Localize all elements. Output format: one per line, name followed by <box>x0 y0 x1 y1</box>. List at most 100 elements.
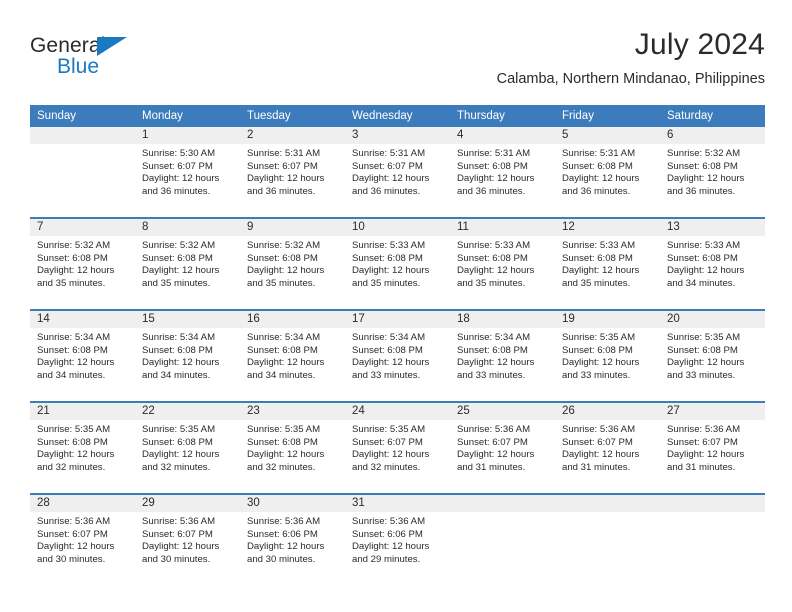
sunrise-text: Sunrise: 5:34 AM <box>352 332 426 343</box>
triangle-icon <box>97 37 127 56</box>
day-number: 1 <box>135 127 240 144</box>
day-cell[interactable]: 12 Sunrise: 5:33 AM Sunset: 6:08 PM Dayligh… <box>555 219 660 308</box>
daylight-text-line1: Daylight: 12 hours <box>352 449 430 461</box>
daylight-text-line1: Daylight: 12 hours <box>142 449 220 461</box>
day-details: Sunrise: 5:35 AM Sunset: 6:08 PM Daylight:… <box>555 328 660 382</box>
brand-logo-line2: Blue <box>30 55 230 79</box>
day-details: Sunrise: 5:35 AM Sunset: 6:08 PM Daylight:… <box>135 420 240 474</box>
daylight-text-line1: Daylight: 12 hours <box>37 449 115 461</box>
day-cell-empty <box>450 495 555 584</box>
calendar-body: 1 Sunrise: 5:30 AM Sunset: 6:07 PM Daylight… <box>30 127 765 585</box>
day-cell[interactable]: 29 Sunrise: 5:36 AM Sunset: 6:07 PM Dayligh… <box>135 495 240 584</box>
daylight-text-line1: Daylight: 12 hours <box>352 265 430 277</box>
day-details: Sunrise: 5:34 AM Sunset: 6:08 PM Daylight:… <box>240 328 345 382</box>
day-details: Sunrise: 5:31 AM Sunset: 6:07 PM Daylight:… <box>240 144 345 198</box>
day-cell[interactable]: 20 Sunrise: 5:35 AM Sunset: 6:08 PM Dayligh… <box>660 311 765 400</box>
day-cell[interactable]: 9 Sunrise: 5:32 AM Sunset: 6:08 PM Daylight… <box>240 219 345 308</box>
day-cell[interactable]: 7 Sunrise: 5:32 AM Sunset: 6:08 PM Daylight… <box>30 219 135 308</box>
day-details: Sunrise: 5:36 AM Sunset: 6:07 PM Daylight:… <box>660 420 765 474</box>
day-cell[interactable]: 1 Sunrise: 5:30 AM Sunset: 6:07 PM Daylight… <box>135 127 240 216</box>
brand-name-general: General <box>30 34 106 57</box>
daylight-text-line1: Daylight: 12 hours <box>142 265 220 277</box>
sunset-text: Sunset: 6:08 PM <box>37 436 108 448</box>
sunset-text: Sunset: 6:07 PM <box>37 528 108 540</box>
day-details: Sunrise: 5:32 AM Sunset: 6:08 PM Daylight:… <box>240 236 345 290</box>
sunrise-text: Sunrise: 5:32 AM <box>247 240 321 251</box>
daylight-text-line2: and 35 minutes. <box>352 277 421 289</box>
day-number: 25 <box>450 403 555 420</box>
day-cell[interactable]: 19 Sunrise: 5:35 AM Sunset: 6:08 PM Dayligh… <box>555 311 660 400</box>
sunset-text: Sunset: 6:08 PM <box>142 344 213 356</box>
daylight-text-line2: and 36 minutes. <box>457 185 526 197</box>
sunrise-text: Sunrise: 5:32 AM <box>37 240 111 251</box>
sunset-text: Sunset: 6:07 PM <box>247 160 318 172</box>
calendar-cell: 4 Sunrise: 5:31 AM Sunset: 6:08 PM Daylight… <box>450 127 555 217</box>
daylight-text-line2: and 32 minutes. <box>352 461 421 473</box>
day-cell[interactable]: 22 Sunrise: 5:35 AM Sunset: 6:08 PM Dayligh… <box>135 403 240 492</box>
day-cell[interactable]: 14 Sunrise: 5:34 AM Sunset: 6:08 PM Dayligh… <box>30 311 135 400</box>
sunset-text: Sunset: 6:08 PM <box>457 252 528 264</box>
day-cell[interactable]: 3 Sunrise: 5:31 AM Sunset: 6:07 PM Daylight… <box>345 127 450 216</box>
calendar-cell: 22 Sunrise: 5:35 AM Sunset: 6:08 PM Dayligh… <box>135 403 240 493</box>
day-cell[interactable]: 28 Sunrise: 5:36 AM Sunset: 6:07 PM Dayligh… <box>30 495 135 584</box>
day-number: 12 <box>555 219 660 236</box>
day-details: Sunrise: 5:34 AM Sunset: 6:08 PM Daylight:… <box>30 328 135 382</box>
calendar-page: General Blue July 2024 Calamba, Northern… <box>0 0 792 612</box>
daylight-text-line2: and 36 minutes. <box>142 185 211 197</box>
day-cell[interactable]: 17 Sunrise: 5:34 AM Sunset: 6:08 PM Dayligh… <box>345 311 450 400</box>
sunrise-text: Sunrise: 5:35 AM <box>247 424 321 435</box>
day-number <box>450 495 555 512</box>
day-cell[interactable]: 5 Sunrise: 5:31 AM Sunset: 6:08 PM Daylight… <box>555 127 660 216</box>
day-cell-empty <box>660 495 765 584</box>
daylight-text-line1: Daylight: 12 hours <box>142 357 220 369</box>
day-cell-empty <box>30 127 135 216</box>
day-cell[interactable]: 13 Sunrise: 5:33 AM Sunset: 6:08 PM Dayligh… <box>660 219 765 308</box>
weekday-header-wednesday: Wednesday <box>345 105 450 127</box>
daylight-text-line1: Daylight: 12 hours <box>667 449 745 461</box>
calendar-cell: 17 Sunrise: 5:34 AM Sunset: 6:08 PM Dayligh… <box>345 311 450 401</box>
sunset-text: Sunset: 6:08 PM <box>142 252 213 264</box>
daylight-text-line1: Daylight: 12 hours <box>457 357 535 369</box>
sunset-text: Sunset: 6:08 PM <box>667 344 738 356</box>
day-number: 28 <box>30 495 135 512</box>
sunrise-text: Sunrise: 5:36 AM <box>247 516 321 527</box>
daylight-text-line2: and 31 minutes. <box>562 461 631 473</box>
day-cell[interactable]: 27 Sunrise: 5:36 AM Sunset: 6:07 PM Dayligh… <box>660 403 765 492</box>
day-number: 30 <box>240 495 345 512</box>
brand-logo[interactable]: General Blue <box>30 34 230 90</box>
sunrise-text: Sunrise: 5:35 AM <box>667 332 741 343</box>
day-cell[interactable]: 21 Sunrise: 5:35 AM Sunset: 6:08 PM Dayligh… <box>30 403 135 492</box>
daylight-text-line1: Daylight: 12 hours <box>247 173 325 185</box>
day-details: Sunrise: 5:36 AM Sunset: 6:07 PM Daylight:… <box>135 512 240 566</box>
daylight-text-line1: Daylight: 12 hours <box>247 357 325 369</box>
day-cell[interactable]: 8 Sunrise: 5:32 AM Sunset: 6:08 PM Daylight… <box>135 219 240 308</box>
sunset-text: Sunset: 6:08 PM <box>562 160 633 172</box>
daylight-text-line2: and 35 minutes. <box>247 277 316 289</box>
calendar-week-row: 7 Sunrise: 5:32 AM Sunset: 6:08 PM Daylight… <box>30 219 765 309</box>
calendar-cell: 26 Sunrise: 5:36 AM Sunset: 6:07 PM Dayligh… <box>555 403 660 493</box>
weekday-header-saturday: Saturday <box>660 105 765 127</box>
day-cell[interactable]: 18 Sunrise: 5:34 AM Sunset: 6:08 PM Dayligh… <box>450 311 555 400</box>
day-cell[interactable]: 26 Sunrise: 5:36 AM Sunset: 6:07 PM Dayligh… <box>555 403 660 492</box>
day-cell[interactable]: 31 Sunrise: 5:36 AM Sunset: 6:06 PM Dayligh… <box>345 495 450 584</box>
weekday-header-sunday: Sunday <box>30 105 135 127</box>
day-cell[interactable]: 16 Sunrise: 5:34 AM Sunset: 6:08 PM Dayligh… <box>240 311 345 400</box>
day-cell[interactable]: 24 Sunrise: 5:35 AM Sunset: 6:07 PM Dayligh… <box>345 403 450 492</box>
day-cell[interactable]: 6 Sunrise: 5:32 AM Sunset: 6:08 PM Daylight… <box>660 127 765 216</box>
day-cell[interactable]: 4 Sunrise: 5:31 AM Sunset: 6:08 PM Daylight… <box>450 127 555 216</box>
brand-name-blue: Blue <box>57 55 100 78</box>
day-cell[interactable]: 25 Sunrise: 5:36 AM Sunset: 6:07 PM Dayligh… <box>450 403 555 492</box>
daylight-text-line2: and 35 minutes. <box>457 277 526 289</box>
day-number: 9 <box>240 219 345 236</box>
day-cell[interactable]: 2 Sunrise: 5:31 AM Sunset: 6:07 PM Daylight… <box>240 127 345 216</box>
daylight-text-line2: and 35 minutes. <box>562 277 631 289</box>
day-cell[interactable]: 23 Sunrise: 5:35 AM Sunset: 6:08 PM Dayligh… <box>240 403 345 492</box>
day-details: Sunrise: 5:34 AM Sunset: 6:08 PM Daylight:… <box>135 328 240 382</box>
day-cell[interactable]: 11 Sunrise: 5:33 AM Sunset: 6:08 PM Dayligh… <box>450 219 555 308</box>
day-cell[interactable]: 15 Sunrise: 5:34 AM Sunset: 6:08 PM Dayligh… <box>135 311 240 400</box>
day-number: 2 <box>240 127 345 144</box>
day-cell[interactable]: 10 Sunrise: 5:33 AM Sunset: 6:08 PM Dayligh… <box>345 219 450 308</box>
day-cell[interactable]: 30 Sunrise: 5:36 AM Sunset: 6:06 PM Dayligh… <box>240 495 345 584</box>
calendar-cell <box>555 495 660 585</box>
sunset-text: Sunset: 6:08 PM <box>457 160 528 172</box>
